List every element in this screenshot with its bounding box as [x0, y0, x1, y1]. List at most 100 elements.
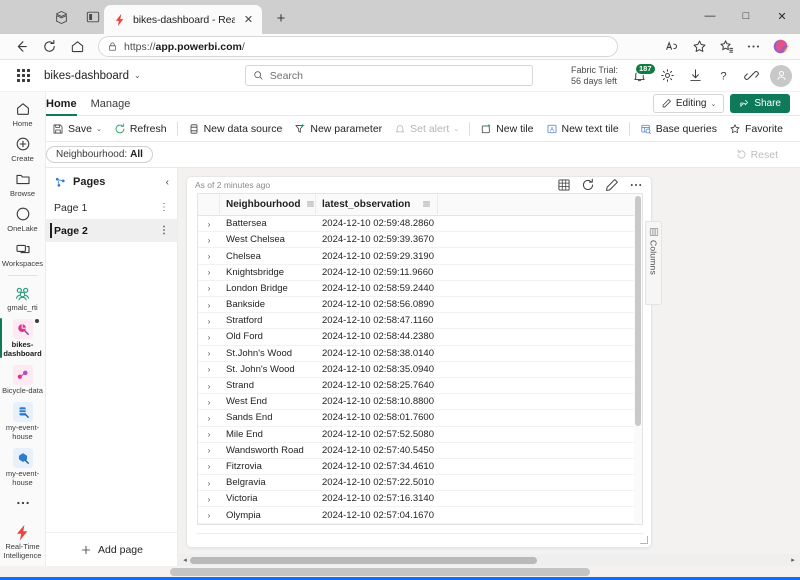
row-expander-icon[interactable]: › — [198, 429, 220, 439]
table-row[interactable]: › Wandsworth Road 2024-12-10 02:57:40.5450 — [198, 443, 634, 459]
app-launcher-icon[interactable] — [8, 61, 38, 91]
favorite-button[interactable]: Favorite — [723, 118, 789, 140]
base-queries-button[interactable]: Base queries — [634, 118, 723, 140]
collapse-panel-icon[interactable]: ‹ — [166, 177, 169, 188]
browser-tab[interactable]: bikes-dashboard - Real-Time Inte ✕ — [104, 5, 262, 34]
sidebar-item-workspaces[interactable]: Workspaces — [0, 236, 46, 271]
sidebar-item-onelake[interactable]: OneLake — [0, 201, 46, 236]
maximize-icon[interactable]: □ — [728, 0, 764, 32]
address-bar[interactable]: https://app.powerbi.com/ — [98, 36, 618, 57]
edit-pencil-icon[interactable] — [604, 178, 619, 193]
table-row[interactable]: › West Chelsea 2024-12-10 02:59:39.3670 — [198, 232, 634, 249]
page-list-item-1[interactable]: Page 1 ⋮ — [46, 196, 177, 219]
filter-pill-neighbourhood[interactable]: Neighbourhood: All — [46, 146, 153, 163]
grid-vertical-scrollbar[interactable] — [634, 193, 643, 525]
search-input[interactable]: Search — [244, 65, 533, 86]
columns-side-panel[interactable]: Columns — [645, 221, 662, 306]
row-expander-icon[interactable]: › — [198, 332, 220, 342]
row-expander-icon[interactable]: › — [198, 381, 220, 391]
close-icon[interactable]: ✕ — [241, 12, 256, 27]
table-row[interactable]: › London Bridge 2024-12-10 02:58:59.2440 — [198, 281, 634, 297]
scrollbar-thumb[interactable] — [170, 568, 590, 576]
scrollbar-thumb[interactable] — [190, 556, 537, 564]
page-more-icon[interactable]: ⋮ — [159, 202, 169, 213]
sidebar-item-home[interactable]: Home — [0, 96, 46, 131]
new-parameter-button[interactable]: New parameter — [288, 118, 388, 140]
row-expander-icon[interactable]: › — [198, 235, 220, 245]
table-row[interactable]: › Bankside 2024-12-10 02:58:56.0890 — [198, 297, 634, 314]
table-row[interactable]: › St.John's Wood 2024-12-10 02:58:38.0140 — [198, 346, 634, 362]
table-row[interactable]: › West End 2024-12-10 02:58:10.8800 — [198, 394, 634, 411]
collections-icon[interactable] — [714, 36, 738, 58]
new-data-source-button[interactable]: New data source — [182, 118, 289, 140]
workspaces-browser-icon[interactable] — [52, 8, 70, 26]
share-button[interactable]: Share — [730, 94, 790, 113]
table-row[interactable]: › Knightsbridge 2024-12-10 02:59:11.9660 — [198, 265, 634, 281]
feedback-icon[interactable] — [738, 63, 764, 89]
help-icon[interactable]: ? — [710, 63, 736, 89]
row-expander-icon[interactable]: › — [198, 445, 220, 455]
row-expander-icon[interactable]: › — [198, 494, 220, 504]
column-menu-icon[interactable] — [422, 200, 431, 209]
tab-manage[interactable]: Manage — [91, 92, 131, 116]
row-expander-icon[interactable]: › — [198, 478, 220, 488]
scrollbar-track[interactable] — [190, 556, 788, 564]
favorite-star-icon[interactable] — [687, 36, 711, 58]
row-expander-icon[interactable]: › — [198, 251, 220, 261]
page-more-icon[interactable]: ⋮ — [159, 225, 169, 236]
row-expander-icon[interactable]: › — [198, 300, 220, 310]
sidebar-more-button[interactable] — [0, 490, 46, 515]
data-grid-body[interactable]: › Battersea 2024-12-10 02:59:48.2860 › West … — [198, 216, 634, 524]
scroll-left-arrow-icon[interactable]: ◂ — [180, 556, 190, 564]
split-screen-icon[interactable] — [84, 8, 102, 26]
read-aloud-icon[interactable] — [660, 36, 684, 58]
more-ellipsis-icon[interactable] — [628, 178, 643, 193]
row-expander-icon[interactable]: › — [198, 364, 220, 374]
row-expander-icon[interactable]: › — [198, 397, 220, 407]
sidebar-item-bicycle-data[interactable]: Bicycle-data — [0, 361, 46, 398]
visual-type-icon[interactable] — [556, 178, 571, 193]
table-row[interactable]: › Belgravia 2024-12-10 02:57:22.5010 — [198, 475, 634, 492]
sidebar-item-real-time-intelligence[interactable]: Real-Time Intelligence — [0, 519, 46, 566]
row-expander-icon[interactable]: › — [198, 267, 220, 277]
table-row[interactable]: › Strand 2024-12-10 02:58:25.7640 — [198, 378, 634, 395]
download-icon[interactable] — [682, 63, 708, 89]
table-row[interactable]: › Mile End 2024-12-10 02:57:52.5080 — [198, 427, 634, 443]
tab-home[interactable]: Home — [46, 92, 77, 116]
table-row[interactable]: › Sands End 2024-12-10 02:58:01.7600 — [198, 410, 634, 427]
new-tile-button[interactable]: New tile — [474, 118, 539, 140]
refresh-icon[interactable] — [36, 35, 62, 59]
save-button[interactable]: Save ⌄ — [46, 118, 108, 140]
scrollbar-thumb[interactable] — [635, 196, 641, 427]
refresh-icon[interactable] — [580, 178, 595, 193]
column-menu-icon[interactable] — [306, 200, 315, 209]
chevron-down-icon[interactable]: ⌄ — [134, 71, 141, 80]
table-row[interactable]: › Olympia 2024-12-10 02:57:04.1670 — [198, 507, 634, 524]
canvas-horizontal-scrollbar[interactable]: ◂ ▸ — [178, 554, 800, 566]
table-row[interactable]: › Fitzrovia 2024-12-10 02:57:34.4610 — [198, 459, 634, 476]
home-icon[interactable] — [64, 35, 90, 59]
row-expander-icon[interactable]: › — [198, 510, 220, 520]
editing-mode-button[interactable]: Editing ⌄ — [652, 94, 725, 113]
reset-filters-button[interactable]: Reset — [736, 149, 778, 161]
scroll-right-arrow-icon[interactable]: ▸ — [788, 556, 798, 564]
sidebar-item-gmalc-rti[interactable]: gmalc_rti — [0, 280, 46, 315]
page-list-item-2[interactable]: Page 2 ⋮ — [46, 219, 177, 242]
row-expander-icon[interactable]: › — [198, 316, 220, 326]
table-row[interactable]: › St. John's Wood 2024-12-10 02:58:35.0940 — [198, 362, 634, 378]
minimize-icon[interactable]: — — [692, 0, 728, 32]
notifications-icon[interactable]: 187 — [626, 62, 656, 89]
sidebar-item-browse[interactable]: Browse — [0, 166, 46, 201]
gear-icon[interactable] — [654, 63, 680, 89]
new-text-tile-button[interactable]: A New text tile — [540, 118, 625, 140]
table-row[interactable]: › Victoria 2024-12-10 02:57:16.3140 — [198, 491, 634, 508]
table-row[interactable]: › Chelsea 2024-12-10 02:59:29.3190 — [198, 248, 634, 265]
avatar[interactable] — [770, 64, 792, 87]
sidebar-item-my-eventhouse-2[interactable]: my-event-house — [0, 444, 46, 490]
row-expander-icon[interactable]: › — [198, 283, 220, 293]
table-row[interactable]: › Stratford 2024-12-10 02:58:47.1160 — [198, 313, 634, 330]
set-alert-button[interactable]: Set alert ⌄ — [388, 118, 465, 140]
row-expander-icon[interactable]: › — [198, 461, 220, 471]
close-window-icon[interactable]: ✕ — [764, 0, 800, 32]
settings-more-icon[interactable] — [741, 36, 765, 58]
